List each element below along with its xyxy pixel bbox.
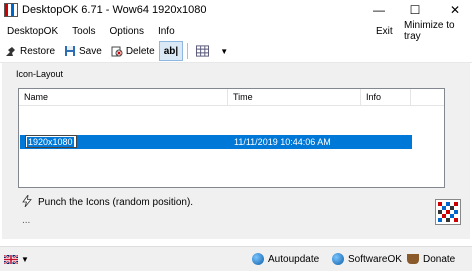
coffee-cup-icon <box>407 254 419 264</box>
app-window: DesktopOK 6.71 - Wow64 1920x1080 — ☐ ✕ D… <box>0 0 472 271</box>
delete-button[interactable]: Delete <box>106 41 159 61</box>
view-dropdown-button[interactable]: ▼ <box>216 41 232 61</box>
status-dots: ... <box>22 215 31 226</box>
row-time-cell: 11/11/2019 10:44:06 AM <box>234 137 331 147</box>
save-label: Save <box>79 45 102 57</box>
donate-label: Donate <box>423 253 456 265</box>
delete-label: Delete <box>125 45 155 57</box>
save-icon <box>63 45 76 58</box>
close-button[interactable]: ✕ <box>438 0 472 20</box>
menu-options[interactable]: Options <box>103 26 151 37</box>
donate-link[interactable]: Donate <box>407 247 455 271</box>
column-header-info[interactable]: Info <box>361 89 411 105</box>
menu-info[interactable]: Info <box>151 26 182 37</box>
window-title: DesktopOK 6.71 - Wow64 1920x1080 <box>22 4 207 16</box>
maximize-icon: ☐ <box>409 3 421 17</box>
column-info-label: Info <box>366 92 382 102</box>
column-header-time[interactable]: Time <box>228 89 361 105</box>
grid-view-button[interactable] <box>192 41 216 61</box>
column-time-label: Time <box>233 92 253 102</box>
status-message: Punch the Icons (random position). <box>22 193 194 210</box>
globe-icon <box>332 253 344 265</box>
restore-icon <box>4 45 17 58</box>
flag-icon <box>3 253 19 265</box>
minimize-icon: — <box>373 3 385 17</box>
icon-layout-list[interactable]: Name Time Info 1920x1080 11/11/2019 10:4… <box>18 88 445 188</box>
randomize-icon[interactable] <box>435 199 461 225</box>
softwareok-link[interactable]: SoftwareOK <box>332 247 402 271</box>
autoupdate-label: Autoupdate <box>268 253 320 265</box>
maximize-button[interactable]: ☐ <box>398 0 432 20</box>
menu-bar: DesktopOK Tools Options Info Exit Minimi… <box>0 20 472 42</box>
menu-desktopok[interactable]: DesktopOK <box>0 26 65 37</box>
minimize-button[interactable]: — <box>362 0 396 20</box>
autoupdate-link[interactable]: Autoupdate <box>252 247 319 271</box>
title-bar: DesktopOK 6.71 - Wow64 1920x1080 — ☐ ✕ <box>0 0 472 20</box>
language-selector[interactable]: ▼ <box>0 253 29 265</box>
rename-icon: ab| <box>163 45 179 57</box>
menu-minimize-to-tray[interactable]: Minimize to tray <box>404 20 472 42</box>
list-header: Name Time Info <box>19 89 444 106</box>
grid-icon <box>196 45 210 58</box>
app-icon <box>4 3 18 17</box>
globe-icon <box>252 253 264 265</box>
punch-icon <box>22 193 32 210</box>
softwareok-label: SoftwareOK <box>348 253 402 265</box>
group-label: Icon-Layout <box>16 69 64 79</box>
toolbar-separator <box>187 43 189 59</box>
main-panel: Icon-Layout Name Time Info 1920x1080 11/… <box>2 63 470 239</box>
rename-edit-field[interactable]: 1920x1080 <box>25 135 77 148</box>
close-icon: ✕ <box>449 3 461 17</box>
column-header-name[interactable]: Name <box>19 89 228 105</box>
delete-icon <box>110 45 123 58</box>
column-name-label: Name <box>24 92 49 102</box>
chevron-down-icon: ▼ <box>220 46 229 56</box>
language-chevron-down-icon: ▼ <box>21 254 29 264</box>
menu-exit[interactable]: Exit <box>376 22 393 40</box>
menu-tools[interactable]: Tools <box>65 26 102 37</box>
restore-button[interactable]: Restore <box>0 41 59 61</box>
toolbar: Restore Save Delete ab| ▼ <box>0 40 472 63</box>
restore-label: Restore <box>20 45 56 57</box>
save-button[interactable]: Save <box>59 41 106 61</box>
rename-edit-text: 1920x1080 <box>27 136 74 147</box>
bottom-bar: ▼ Autoupdate SoftwareOK Donate <box>0 246 472 271</box>
status-text: Punch the Icons (random position). <box>38 197 194 208</box>
table-row[interactable]: 1920x1080 11/11/2019 10:44:06 AM <box>20 135 412 149</box>
rename-button[interactable]: ab| <box>158 41 184 61</box>
